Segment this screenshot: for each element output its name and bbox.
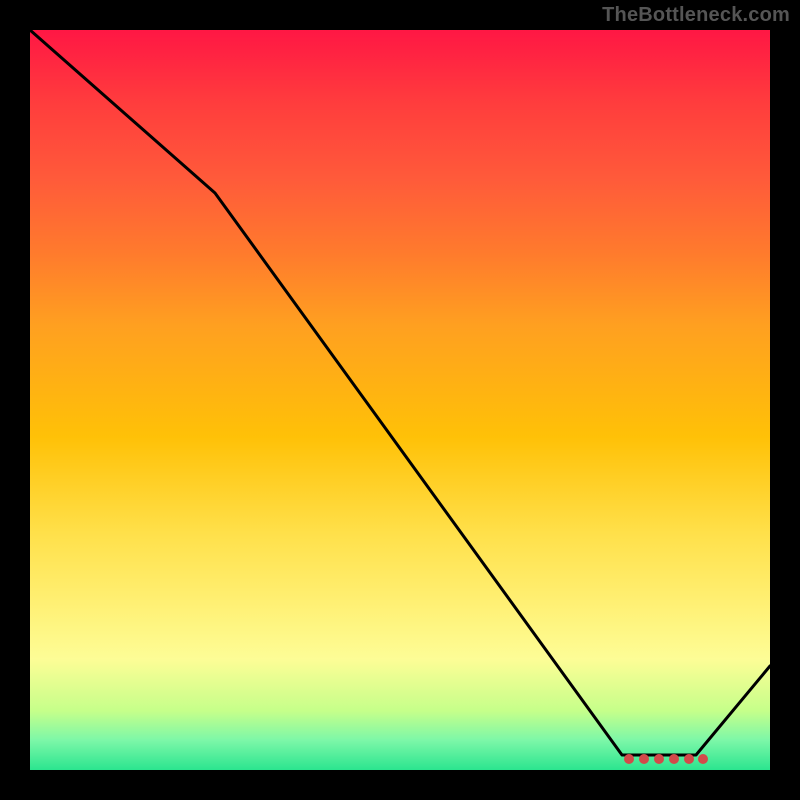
bottleneck-curve bbox=[30, 30, 770, 755]
watermark-text: TheBottleneck.com bbox=[602, 4, 790, 27]
chart-frame: TheBottleneck.com bbox=[0, 0, 800, 800]
plot-area bbox=[30, 30, 770, 770]
chart-svg bbox=[30, 30, 770, 770]
